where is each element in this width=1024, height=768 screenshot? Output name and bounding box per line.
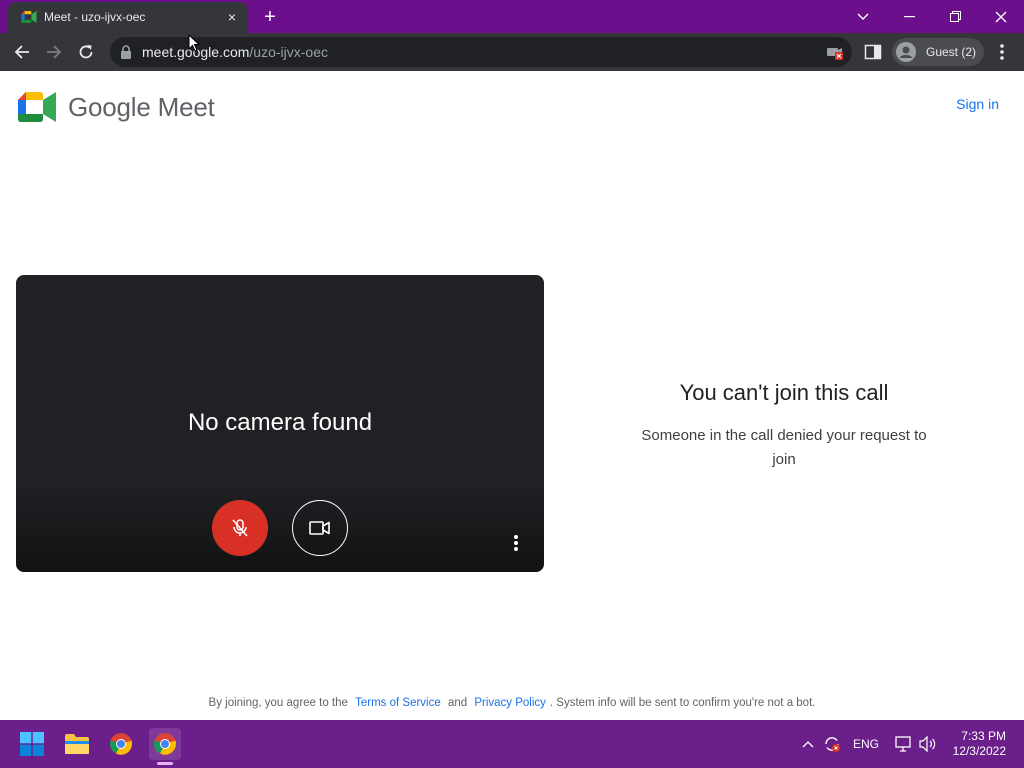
volume-icon bbox=[919, 736, 936, 752]
legal-footer: By joining, you agree to the Terms of Se… bbox=[0, 697, 1024, 709]
mouse-cursor-icon bbox=[188, 34, 200, 52]
back-button[interactable] bbox=[8, 38, 36, 66]
minimize-button[interactable] bbox=[886, 0, 932, 33]
guest-avatar-icon bbox=[896, 42, 916, 62]
more-vert-icon[interactable] bbox=[994, 42, 1010, 62]
reload-button[interactable] bbox=[72, 38, 100, 66]
tab-title: Meet - uzo-ijvx-oec bbox=[44, 10, 146, 24]
language-indicator[interactable]: ENG bbox=[850, 734, 882, 754]
new-tab-button[interactable]: + bbox=[259, 6, 281, 28]
forward-arrow-icon bbox=[47, 45, 62, 59]
url-path: /uzo-ijvx-oec bbox=[249, 44, 328, 60]
camera-toggle-button[interactable] bbox=[292, 500, 348, 556]
preview-status: No camera found bbox=[187, 409, 373, 436]
chevron-down-icon bbox=[857, 13, 869, 20]
reload-icon bbox=[79, 45, 93, 59]
url-text[interactable]: meet.google.com/uzo-ijvx-oec bbox=[142, 44, 328, 60]
profile-button[interactable]: Guest (2) bbox=[892, 38, 984, 66]
footer-and: and bbox=[447, 697, 468, 709]
meet-favicon-icon bbox=[21, 11, 37, 23]
sign-in-link[interactable]: Sign in bbox=[956, 96, 999, 112]
chrome-icon bbox=[154, 733, 176, 755]
back-arrow-icon bbox=[14, 45, 29, 59]
lock-icon[interactable] bbox=[120, 45, 132, 59]
minimize-icon bbox=[903, 15, 915, 17]
chevron-up-icon bbox=[802, 741, 814, 748]
chrome-taskbar-button[interactable] bbox=[105, 728, 137, 760]
window-close-button[interactable] bbox=[978, 0, 1024, 33]
volume-tray-button[interactable] bbox=[918, 734, 938, 754]
message-body: Someone in the call denied your request … bbox=[641, 427, 927, 468]
video-camera-icon bbox=[309, 521, 330, 535]
browser-titlebar: Meet - uzo-ijvx-oec × + bbox=[0, 0, 1024, 33]
active-app-indicator bbox=[157, 762, 173, 765]
profile-label: Guest (2) bbox=[926, 45, 977, 59]
system-clock[interactable]: 7:33 PM 12/3/2022 bbox=[953, 729, 1006, 759]
chrome-icon bbox=[110, 733, 132, 755]
chrome-active-taskbar-button[interactable] bbox=[149, 728, 181, 760]
clock-time: 7:33 PM bbox=[961, 729, 1006, 743]
show-hidden-icons-button[interactable] bbox=[800, 734, 816, 754]
preview-gradient bbox=[16, 482, 544, 572]
windows-start-icon bbox=[20, 732, 44, 756]
side-panel-icon[interactable] bbox=[864, 43, 882, 61]
window-close-icon bbox=[995, 11, 1007, 22]
footer-prefix: By joining, you agree to the bbox=[208, 697, 348, 709]
sync-icon bbox=[825, 737, 840, 752]
file-explorer-button[interactable] bbox=[61, 728, 93, 760]
sync-tray-button[interactable] bbox=[822, 734, 842, 754]
footer-suffix: . System info will be sent to confirm yo… bbox=[549, 697, 816, 709]
address-bar[interactable]: meet.google.com/uzo-ijvx-oec bbox=[110, 37, 852, 67]
browser-toolbar: meet.google.com/uzo-ijvx-oec Guest (2) bbox=[0, 33, 1024, 71]
network-icon bbox=[895, 736, 911, 752]
browser-tab-meet[interactable]: Meet - uzo-ijvx-oec × bbox=[8, 2, 248, 33]
start-button[interactable] bbox=[16, 728, 48, 760]
clock-date: 12/3/2022 bbox=[952, 744, 1006, 758]
tab-close-icon[interactable]: × bbox=[224, 9, 240, 25]
tab-search-button[interactable] bbox=[840, 0, 886, 33]
forward-button[interactable] bbox=[40, 38, 68, 66]
restore-icon bbox=[949, 11, 961, 22]
more-options-icon[interactable] bbox=[508, 532, 524, 554]
terms-of-service-link[interactable]: Terms of Service bbox=[355, 697, 441, 709]
video-preview: No camera found bbox=[16, 275, 544, 572]
camera-blocked-icon[interactable] bbox=[826, 44, 844, 60]
microphone-off-icon bbox=[232, 519, 248, 537]
privacy-policy-link[interactable]: Privacy Policy bbox=[474, 697, 546, 709]
message-title: You can't join this call bbox=[679, 380, 889, 405]
file-explorer-icon bbox=[65, 734, 89, 754]
network-tray-button[interactable] bbox=[894, 734, 914, 754]
windows-taskbar: ENG 7:33 PM 12/3/2022 bbox=[0, 720, 1024, 768]
restore-button[interactable] bbox=[932, 0, 978, 33]
brand-name: Google Meet bbox=[68, 92, 215, 122]
google-meet-logo bbox=[18, 92, 56, 122]
microphone-toggle-button[interactable] bbox=[212, 500, 268, 556]
